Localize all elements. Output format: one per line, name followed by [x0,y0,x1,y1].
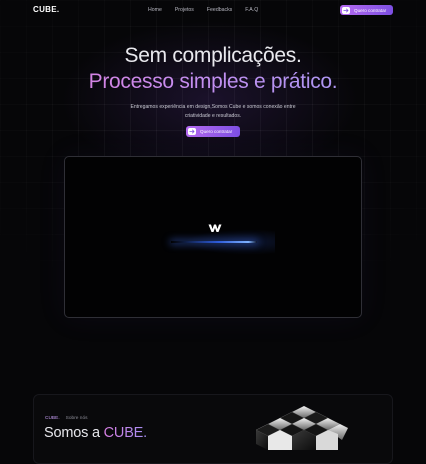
about-title-highlight: CUBE. [103,425,148,441]
about-tag-brand: CUBE. [45,416,60,421]
webflow-w-icon [208,220,222,238]
nav-cta-label: Quero contratar [354,7,387,13]
rubiks-cube-graphic [255,406,348,450]
about-tag: CUBE. Sobre nós [45,416,88,421]
video-panel[interactable] [64,156,362,318]
arrow-right-icon [188,128,196,135]
nav-link-feedbacks[interactable]: Feedbacks [207,7,232,13]
hero-cta-button[interactable]: Quero contratar [186,126,240,137]
hero-subtitle: Entregamos experiência em design,Somos C… [130,104,296,119]
nav-link-projetos[interactable]: Projetos [175,7,194,13]
arrow-right-icon [342,6,350,14]
hero-title-line1: Sem complicações. [124,44,302,67]
nav-links: Home Projetos Feedbacks F.A.Q [148,7,258,13]
hero-cta-label: Quero contratar [200,129,233,134]
nav-cta-button[interactable]: Quero contratar [340,5,393,15]
about-title-prefix: Somos a [44,425,104,441]
top-navbar: CUBE. Home Projetos Feedbacks F.A.Q Quer… [0,0,426,22]
logo[interactable]: CUBE. [33,5,59,14]
nav-link-home[interactable]: Home [148,7,162,13]
nav-link-faq[interactable]: F.A.Q [245,7,258,13]
cube-blocks [255,406,348,450]
light-streak [171,241,257,243]
about-tag-label: Sobre nós [65,416,88,421]
hero-title-line2: Processo simples e prático. [0,70,426,94]
about-title: Somos a CUBE. [44,425,147,441]
